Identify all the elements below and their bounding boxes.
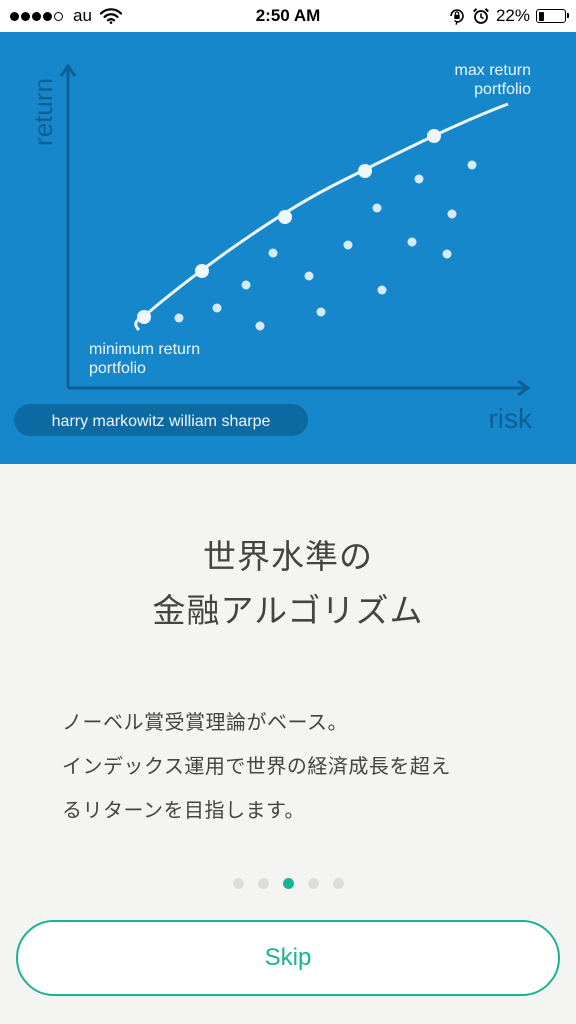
scatter-point [414, 174, 424, 184]
scatter-point [316, 307, 326, 317]
page-dot-2[interactable] [257, 878, 269, 889]
scatter-point [241, 280, 251, 290]
orientation-lock-icon [450, 9, 464, 25]
x-axis-label: risk [488, 403, 533, 434]
max-return-label-line2: portfolio [474, 81, 531, 98]
page-title: 世界水準の 金融アルゴリズム [0, 530, 576, 638]
status-bar: au 2:50 AM 22% [0, 0, 576, 32]
scatter-point [304, 271, 314, 281]
battery-level-fill [538, 11, 544, 21]
alarm-clock-icon [473, 8, 489, 24]
scatter-point [442, 249, 452, 259]
battery-percentage: 22% [495, 6, 530, 25]
page-dot-5[interactable] [332, 878, 344, 889]
description-line-3: るリターンを目指します。 [62, 798, 305, 822]
battery-icon [536, 9, 569, 23]
frontier-point [278, 210, 292, 224]
page-indicator [0, 878, 576, 889]
scatter-point [407, 237, 417, 247]
headline-line-1: 世界水準の [203, 537, 373, 576]
battery-nub [567, 13, 569, 18]
scatter-point [212, 303, 222, 313]
scatter-point [372, 203, 382, 213]
scatter-point [174, 313, 184, 323]
skip-button[interactable]: Skip [16, 920, 560, 996]
scatter-point [447, 209, 457, 219]
frontier-point [358, 164, 372, 178]
description-line-1: ノーベル賞受賞理論がベース。 [62, 710, 348, 734]
min-return-label-line2: portfolio [89, 360, 146, 377]
skip-button-label: Skip [264, 944, 312, 971]
scatter-point [343, 240, 353, 250]
hero-illustration: return risk max return portfolio minimum… [0, 32, 576, 464]
y-axis-label: return [28, 78, 58, 146]
scatter-point [268, 248, 278, 258]
page-dot-1[interactable] [232, 878, 244, 889]
frontier-point [195, 264, 209, 278]
page-dot-3[interactable] [282, 878, 294, 889]
max-return-label: max return [455, 62, 531, 79]
status-right: 22% [448, 6, 569, 26]
scatter-point [377, 285, 387, 295]
description: ノーベル賞受賞理論がベース。 インデックス運用で世界の経済成長を超え るリターン… [62, 700, 532, 832]
description-line-2: インデックス運用で世界の経済成長を超え [62, 754, 451, 778]
frontier-point [427, 129, 441, 143]
scatter-point [255, 321, 265, 331]
page-dot-4[interactable] [307, 878, 319, 889]
min-return-label: minimum return [89, 341, 200, 358]
scatter-point [467, 160, 477, 170]
frontier-point [137, 310, 151, 324]
headline-line-2: 金融アルゴリズム [152, 591, 424, 630]
credit-pill-text: harry markowitz william sharpe [52, 413, 271, 430]
efficient-frontier-illustration: return risk max return portfolio minimum… [0, 32, 576, 464]
